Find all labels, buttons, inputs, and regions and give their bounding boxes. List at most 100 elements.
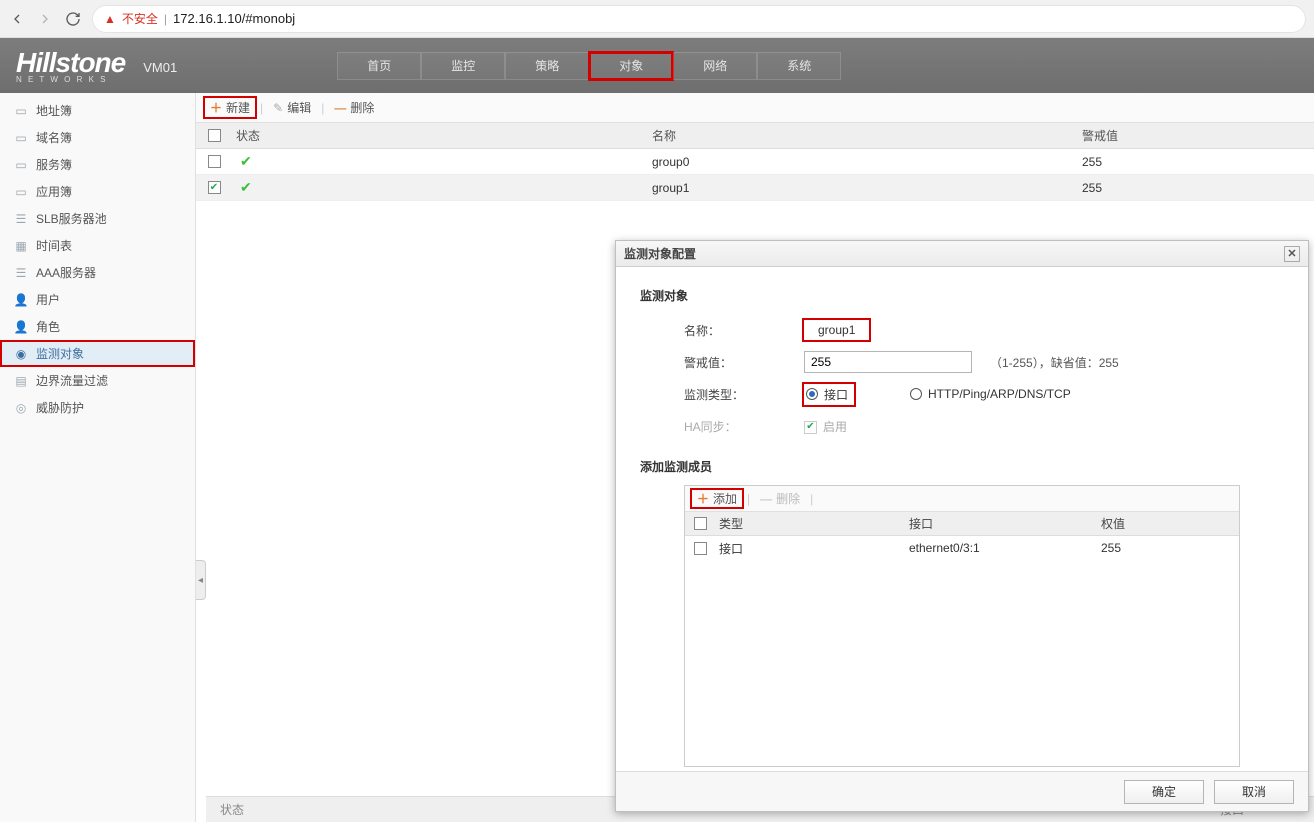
address-bar[interactable]: ▲ 不安全 | 172.16.1.10/#monobj — [92, 5, 1306, 33]
ha-checkbox-label: 启用 — [823, 418, 847, 435]
sidebar-item-label: 地址簿 — [36, 102, 72, 119]
warn-label: 警戒值： — [684, 354, 804, 371]
sidebar-item-label: 监测对象 — [36, 345, 84, 362]
dialog-close-button[interactable]: ✕ — [1284, 246, 1300, 262]
select-all-checkbox[interactable] — [208, 129, 221, 142]
filter-icon: ▤ — [14, 374, 28, 388]
logo-text: Hillstone — [16, 47, 125, 78]
radio-dot-icon — [806, 388, 818, 400]
dialog-body: 监测对象 名称： group1 警戒值： （1-255），缺省值：255 监测类… — [616, 267, 1308, 771]
delete-button[interactable]: — 删除 — [328, 97, 380, 118]
member-row-checkbox[interactable] — [694, 542, 707, 555]
sidebar-item-boundary[interactable]: ▤ 边界流量过滤 — [0, 367, 195, 394]
delete-label: 删除 — [350, 99, 374, 116]
sidebar-item-label: 角色 — [36, 318, 60, 335]
forward-button[interactable] — [36, 10, 54, 28]
tab-object[interactable]: 对象 — [589, 52, 673, 80]
logo: Hillstone N E T W O R K S VM01 — [16, 47, 177, 84]
grid-header: 状态 名称 警戒值 — [196, 123, 1314, 149]
warn-hint: （1-255），缺省值：255 — [990, 354, 1119, 371]
sidebar-collapse-handle[interactable]: ◂ — [196, 560, 206, 600]
calendar-icon: ▦ — [14, 239, 28, 253]
back-button[interactable] — [8, 10, 26, 28]
sidebar-item-label: AAA服务器 — [36, 264, 96, 281]
top-nav: 首页 监控 策略 对象 网络 系统 — [337, 52, 841, 80]
sidebar-item-roles[interactable]: 👤角色 — [0, 313, 195, 340]
monitor-object-dialog: 监测对象配置 ✕ 监测对象 名称： group1 警戒值： （1-255），缺省… — [615, 240, 1309, 812]
sidebar-item-label: 服务簿 — [36, 156, 72, 173]
sidebar-item-label: 应用簿 — [36, 183, 72, 200]
member-header: 类型 接口 权值 — [685, 512, 1239, 536]
minus-icon: — — [334, 101, 346, 115]
col-status: 状态 — [232, 127, 652, 144]
cube-icon: ◉ — [14, 347, 28, 361]
sidebar-item-schedule[interactable]: ▦时间表 — [0, 232, 195, 259]
sidebar-item-monitor-object[interactable]: ◉ 监测对象 — [0, 340, 195, 367]
tab-home[interactable]: 首页 — [337, 52, 421, 80]
app-header: Hillstone N E T W O R K S VM01 首页 监控 策略 … — [0, 38, 1314, 93]
user-icon: 👤 — [14, 293, 28, 307]
sidebar-item-threat[interactable]: ◎威胁防护 — [0, 394, 195, 421]
sidebar-item-servicebook[interactable]: ▭ 服务簿 — [0, 151, 195, 178]
row-warn: 255 — [1082, 155, 1314, 169]
checkbox-icon — [804, 421, 817, 434]
ha-checkbox — [804, 418, 817, 434]
book-icon: ▭ — [14, 158, 28, 172]
dialog-footer: 确定 取消 — [616, 771, 1308, 811]
content-toolbar: ＋新建 | ✎编辑 | —删除 — [196, 93, 1314, 123]
radio-label: 接口 — [824, 386, 848, 403]
table-row[interactable]: ✔ group1 255 — [196, 175, 1314, 201]
radio-dot-icon — [910, 388, 922, 400]
reload-button[interactable] — [64, 10, 82, 28]
plus-icon: ＋ — [210, 99, 222, 116]
new-label: 新建 — [226, 99, 250, 116]
row-checkbox[interactable] — [208, 181, 221, 194]
sidebar-item-slb[interactable]: ☰SLB服务器池 — [0, 205, 195, 232]
sidebar-item-aaa[interactable]: ☰AAA服务器 — [0, 259, 195, 286]
member-weight: 255 — [1101, 541, 1239, 555]
member-row[interactable]: 接口 ethernet0/3:1 255 — [685, 536, 1239, 560]
sidebar-item-domainbook[interactable]: ▭域名簿 — [0, 124, 195, 151]
minus-icon: — — [760, 492, 772, 506]
tab-system[interactable]: 系统 — [757, 52, 841, 80]
member-table: ＋添加 | —删除 | 类型 接口 权值 接口 ethernet0/3:1 25… — [684, 485, 1240, 767]
sidebar-item-appbook[interactable]: ▭应用簿 — [0, 178, 195, 205]
sidebar-item-label: SLB服务器池 — [36, 210, 107, 227]
member-iface: ethernet0/3:1 — [909, 541, 1101, 555]
dialog-titlebar[interactable]: 监测对象配置 ✕ — [616, 241, 1308, 267]
tab-policy[interactable]: 策略 — [505, 52, 589, 80]
new-button[interactable]: ＋新建 — [204, 97, 256, 118]
shield-icon: ◎ — [14, 401, 28, 415]
sidebar-item-users[interactable]: 👤用户 — [0, 286, 195, 313]
warn-input[interactable] — [804, 351, 972, 373]
row-warn: 255 — [1082, 181, 1314, 195]
insecure-icon: ▲ — [104, 12, 116, 26]
member-del-label: 删除 — [776, 490, 800, 507]
radio-interface[interactable]: 接口 — [804, 384, 854, 405]
browser-toolbar: ▲ 不安全 | 172.16.1.10/#monobj — [0, 0, 1314, 38]
radio-http-ping[interactable]: HTTP/Ping/ARP/DNS/TCP — [910, 387, 1071, 401]
edit-button[interactable]: ✎编辑 — [267, 97, 317, 118]
member-del-button[interactable]: — 删除 — [754, 489, 806, 508]
member-add-button[interactable]: ＋添加 — [691, 489, 743, 508]
radio-label: HTTP/Ping/ARP/DNS/TCP — [928, 387, 1071, 401]
mhead-type: 类型 — [715, 515, 909, 532]
sidebar-item-label: 边界流量过滤 — [36, 372, 108, 389]
member-select-all[interactable] — [694, 517, 707, 530]
member-add-label: 添加 — [713, 490, 737, 507]
sidebar-item-addressbook[interactable]: ▭地址簿 — [0, 97, 195, 124]
row-checkbox[interactable] — [208, 155, 221, 168]
vm-name: VM01 — [143, 60, 177, 75]
table-row[interactable]: ✔ group0 255 — [196, 149, 1314, 175]
cancel-button[interactable]: 取消 — [1214, 780, 1294, 804]
status-ok-icon: ✔ — [240, 179, 252, 195]
address-url: 172.16.1.10/#monobj — [173, 11, 295, 26]
tab-network[interactable]: 网络 — [673, 52, 757, 80]
plus-icon: ＋ — [697, 490, 709, 507]
toolbar-sep: | — [747, 492, 750, 506]
section-monitor-object: 监测对象 — [640, 287, 1284, 304]
tab-monitor[interactable]: 监控 — [421, 52, 505, 80]
member-type: 接口 — [715, 540, 909, 557]
ok-button[interactable]: 确定 — [1124, 780, 1204, 804]
name-label: 名称： — [684, 322, 804, 339]
